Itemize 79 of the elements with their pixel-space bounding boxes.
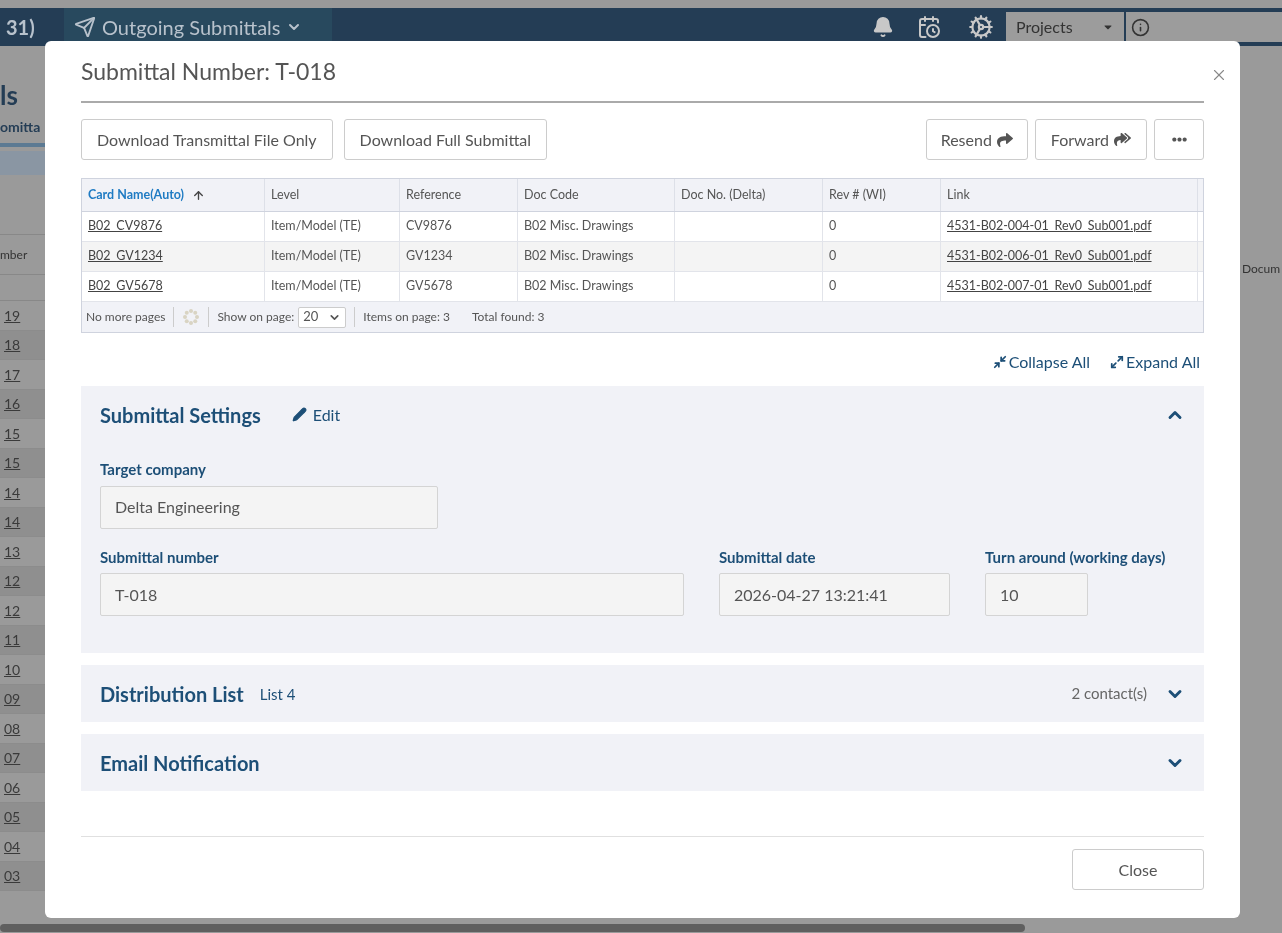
table-cell: B02 Misc. Drawings (524, 277, 634, 296)
field-label: Turn around (working days) (985, 546, 1166, 568)
file-link[interactable]: B02_CV9876 (88, 217, 163, 236)
input-field[interactable]: T-018 (100, 573, 684, 616)
file-link[interactable]: 4531-B02-007-01_Rev0_Sub001.pdf (947, 277, 1152, 296)
pencil-icon (291, 407, 307, 422)
page-size-select[interactable]: 20 (298, 306, 347, 328)
close-button[interactable]: Close (1072, 849, 1204, 890)
pagination-status: No more pages (86, 308, 166, 326)
input-field[interactable]: 10 (985, 573, 1088, 616)
field-label: Target company (100, 459, 207, 480)
row-number-link[interactable]: 08 (0, 717, 21, 739)
total-count: Total found: 3 (472, 308, 545, 326)
download-button[interactable]: Download Transmittal File Only (81, 119, 333, 160)
section-title[interactable]: Email Notification (100, 747, 260, 778)
modal-title: Submittal Number: T-018 (81, 55, 338, 87)
share-arrow-icon (996, 131, 1013, 148)
column-header[interactable]: Doc No. (Delta) (675, 179, 823, 211)
edit-button[interactable]: Edit (291, 402, 341, 427)
table-cell: Item/Model (TE) (271, 247, 361, 266)
column-header[interactable]: Link (941, 179, 1198, 211)
page-size-label: Show on page: (217, 308, 295, 326)
field-label: Submittal date (719, 546, 817, 568)
row-number-link[interactable]: 10 (0, 658, 21, 680)
row-number-link[interactable]: 06 (0, 776, 21, 798)
section-title[interactable]: Distribution List (100, 678, 244, 709)
file-link[interactable]: 4531-B02-006-01_Rev0_Sub001.pdf (947, 247, 1152, 266)
row-number-link[interactable]: 13 (0, 540, 21, 562)
row-number-link[interactable]: 19 (0, 304, 21, 326)
breadcrumb-item[interactable]: 31) (0, 12, 64, 42)
column-header[interactable]: Card Name(Auto) (82, 179, 265, 211)
table-cell: CV9876 (406, 217, 452, 236)
input-field[interactable]: Delta Engineering (100, 485, 438, 529)
notifications-icon[interactable] (872, 16, 894, 38)
column-header: Docum (1241, 260, 1282, 278)
table-cell: GV5678 (406, 277, 453, 296)
sort-ascending-icon (192, 188, 206, 202)
contact-count: 2 contact(s) (1071, 683, 1147, 705)
items-count: Items on page: 3 (363, 308, 450, 326)
double-arrow-icon (1114, 131, 1131, 148)
forward-button[interactable]: Forward (1034, 119, 1147, 160)
column-header[interactable]: Doc Code (518, 179, 675, 211)
file-link[interactable]: B02_GV5678 (88, 277, 163, 296)
column-header[interactable]: Level (265, 179, 400, 211)
section-title[interactable]: Submittal Settings (100, 399, 261, 430)
resend-button[interactable]: Resend (925, 119, 1028, 160)
input-field[interactable]: 2026-04-27 13:21:41 (719, 573, 950, 616)
page-title: ls (0, 82, 19, 108)
expand-icon (1110, 355, 1125, 369)
table-cell: 0 (829, 247, 837, 266)
table-cell: B02 Misc. Drawings (524, 217, 634, 236)
toolbar-strip (0, 151, 45, 175)
settings-icon[interactable] (968, 14, 994, 40)
table-cell: GV1234 (406, 247, 453, 266)
column-header[interactable]: Rev # (WI) (823, 179, 941, 211)
send-icon (74, 16, 96, 38)
column-header[interactable]: Reference (400, 179, 518, 211)
table-cell: Item/Model (TE) (271, 277, 361, 296)
table-cell: Item/Model (TE) (271, 217, 361, 236)
expand-all-link[interactable]: Expand All (1110, 350, 1200, 374)
table-cell: 0 (829, 277, 837, 296)
row-number-link[interactable]: 15 (0, 422, 21, 444)
file-link[interactable]: B02_GV1234 (88, 247, 163, 266)
project-select[interactable]: Projects (1006, 12, 1126, 42)
table-cell: 0 (829, 217, 837, 236)
file-link[interactable]: 4531-B02-004-01_Rev0_Sub001.pdf (947, 217, 1152, 236)
table-cell: B02 Misc. Drawings (524, 247, 634, 266)
field-label: Submittal number (100, 546, 220, 568)
info-icon[interactable] (1131, 17, 1150, 37)
calendar-icon[interactable] (917, 15, 941, 39)
collapse-all-link[interactable]: Collapse All (992, 350, 1091, 374)
row-number-link[interactable]: 14 (0, 481, 21, 503)
row-number-link[interactable]: 12 (0, 599, 21, 621)
list-name: List 4 (259, 684, 296, 706)
row-number-link[interactable]: 04 (0, 835, 21, 857)
row-number-link[interactable]: 17 (0, 363, 21, 385)
collapse-icon (992, 355, 1007, 369)
download-button[interactable]: Download Full Submittal (343, 119, 548, 160)
loading-icon (182, 308, 201, 326)
